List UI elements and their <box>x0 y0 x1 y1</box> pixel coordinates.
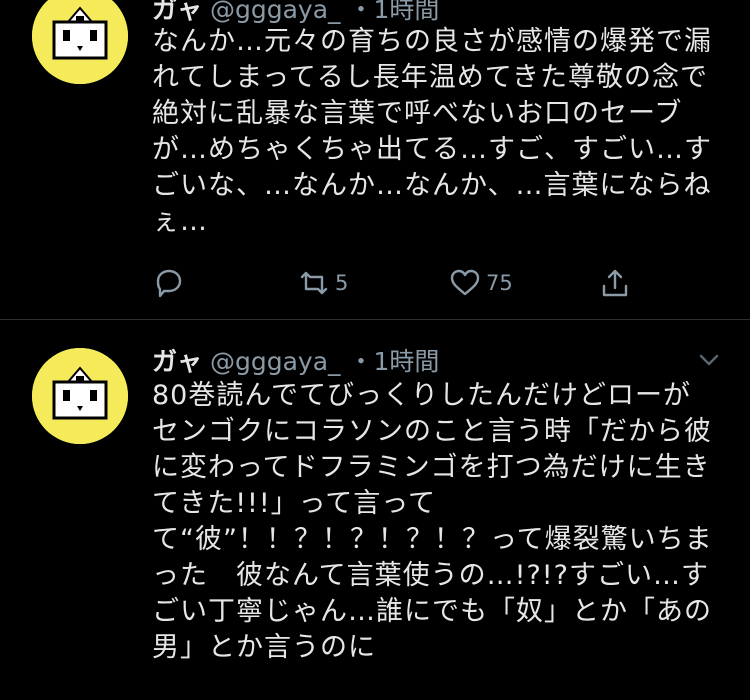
tweet-line: なんか…元々の育ちの良さが感情の爆発で漏 <box>152 26 712 57</box>
tweet-1[interactable]: ガャ @gggaya_ ・1時間 なんか…元々の育ちの良さが感情の爆発で漏 れて… <box>0 0 750 320</box>
tweet-line: 絶対に乱暴な言葉で呼べないお口のセーブ <box>152 98 683 129</box>
display-name[interactable]: ガャ <box>152 347 202 376</box>
tweet-line: ごい丁寧じゃん…誰にでも「奴」とか「あの <box>152 596 712 627</box>
retweet-icon <box>300 271 328 295</box>
tweet-line: て“彼”！！？！？！？！？って爆裂驚いちま <box>152 524 713 555</box>
handle[interactable]: @gggaya_ <box>210 0 341 24</box>
handle[interactable]: @gggaya_ <box>210 347 341 376</box>
display-name[interactable]: ガャ <box>152 0 202 24</box>
like-count: 75 <box>486 271 513 295</box>
timestamp[interactable]: ・1時間 <box>348 347 439 376</box>
tweet-actions: 5 75 <box>152 266 652 302</box>
tweet-2[interactable]: ガャ @gggaya_ ・1時間 80巻読んでてびっくりしたんだけどローが セン… <box>0 320 750 700</box>
heart-icon <box>450 269 480 296</box>
chevron-down-icon[interactable] <box>696 350 722 370</box>
tweet-header: ガャ @gggaya_ ・1時間 <box>152 342 439 378</box>
share-button[interactable] <box>598 266 632 300</box>
tweet-line: った 彼なんて言葉使うの…!?!?すごい…す <box>152 560 709 591</box>
like-button[interactable]: 75 <box>448 266 513 300</box>
reply-button[interactable] <box>152 266 186 300</box>
tweet-line: が…めちゃくちゃ出てる…すご、すごい…す <box>152 134 712 165</box>
tweet-line: に変わってドフラミンゴを打つ為だけに生き <box>152 452 711 483</box>
timestamp[interactable]: ・1時間 <box>348 0 439 24</box>
share-icon <box>602 269 628 297</box>
tweet-header: ガャ @gggaya_ ・1時間 <box>152 0 439 26</box>
tweet-line: 80巻読んでてびっくりしたんだけどローが <box>152 380 692 411</box>
tweet-line: ぇ… <box>152 206 208 237</box>
robot-avatar-icon <box>32 348 128 444</box>
tweet-text: 80巻読んでてびっくりしたんだけどローが センゴクにコラソンのこと言う時「だから… <box>152 378 732 666</box>
reply-icon <box>156 269 182 298</box>
tweet-line: 男」とか言うのに <box>152 632 376 663</box>
avatar[interactable] <box>32 348 128 444</box>
retweet-count: 5 <box>335 271 349 295</box>
tweet-line: センゴクにコラソンのこと言う時「だから彼 <box>152 416 712 447</box>
robot-avatar-icon <box>32 0 128 84</box>
tweet-text: なんか…元々の育ちの良さが感情の爆発で漏 れてしまってるし長年温めてきた尊敬の念… <box>152 24 732 240</box>
retweet-button[interactable]: 5 <box>297 266 348 300</box>
avatar[interactable] <box>32 0 128 84</box>
tweet-line: れてしまってるし長年温めてきた尊敬の念で <box>152 62 708 93</box>
tweet-line: ごいな、…なんか…なんか、…言葉にならね <box>152 170 712 201</box>
tweet-line: てきた!!!」って言って <box>152 488 436 519</box>
